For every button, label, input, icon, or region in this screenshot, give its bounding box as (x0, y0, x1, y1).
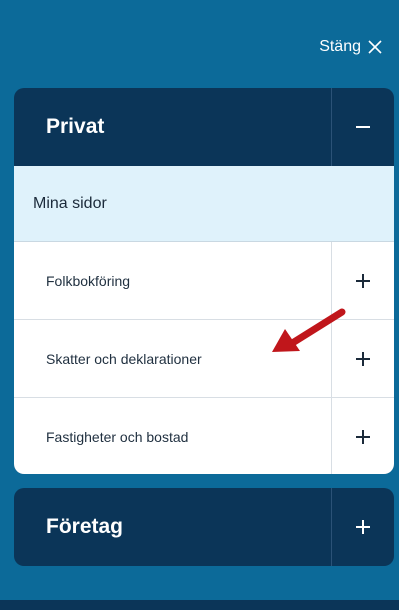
privat-title: Privat (46, 115, 105, 138)
red-arrow-icon (272, 308, 346, 352)
close-button[interactable]: Stäng (319, 38, 383, 56)
menu-item-label: Fastigheter och bostad (46, 428, 189, 445)
close-label: Stäng (319, 38, 361, 55)
foretag-title: Företag (46, 515, 124, 538)
mina-sidor-link[interactable]: Mina sidor (14, 166, 394, 242)
plus-icon (356, 351, 370, 366)
plus-icon (356, 520, 370, 534)
privat-header[interactable]: Privat (14, 88, 394, 166)
expand-fastigheter-button[interactable] (331, 398, 394, 474)
bottom-strip (0, 600, 399, 610)
foretag-panel: Företag (14, 488, 394, 566)
foretag-expand-button[interactable] (331, 488, 394, 566)
plus-icon (356, 429, 370, 444)
menu-item-fastigheter[interactable]: Fastigheter och bostad (14, 398, 394, 474)
minus-icon (356, 126, 370, 128)
privat-panel: Privat Mina sidor Folkbokföring Skatter … (14, 88, 394, 474)
plus-icon (356, 273, 370, 288)
close-icon (368, 40, 382, 54)
foretag-header[interactable]: Företag (14, 488, 394, 566)
privat-collapse-button[interactable] (331, 88, 394, 166)
